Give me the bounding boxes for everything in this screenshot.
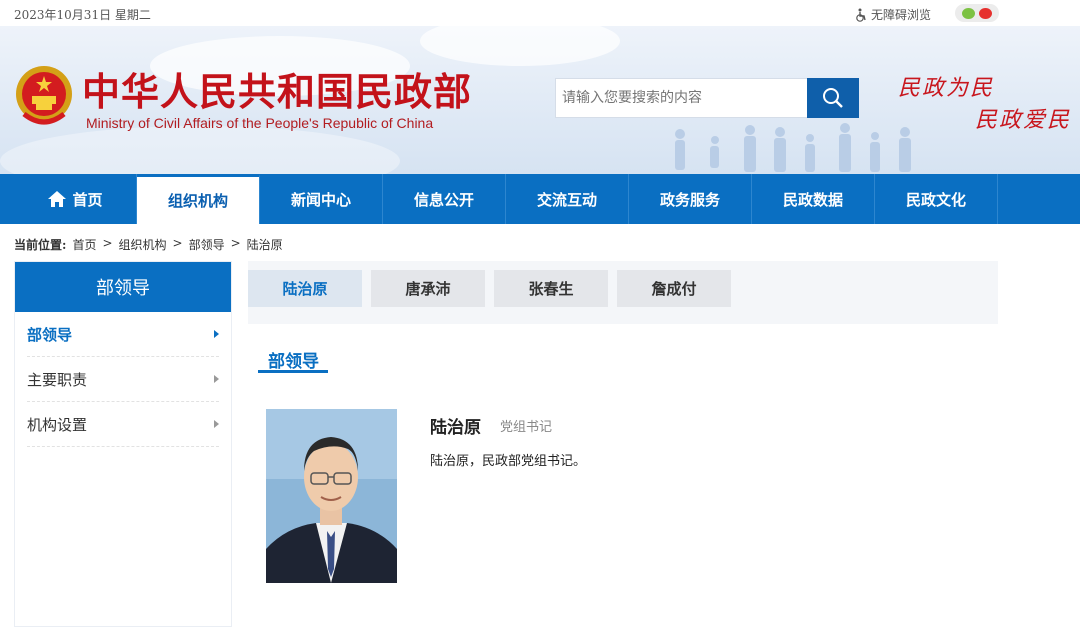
current-date: 2023年10月31日 星期二 [14, 8, 151, 22]
sidebar-item-structure[interactable]: 机构设置 [27, 402, 219, 447]
sidebar-item-duties[interactable]: 主要职责 [27, 357, 219, 402]
sidebar-item-label: 主要职责 [27, 370, 88, 389]
nav-item-culture[interactable]: 民政文化 [875, 174, 998, 224]
breadcrumb-link-leaders[interactable]: 部领导 [189, 236, 225, 253]
cloud-decoration [420, 26, 620, 66]
slogan-1: 民政为民 [898, 76, 995, 101]
social-links [955, 4, 999, 22]
section-underline [258, 370, 328, 373]
profile-panel: 部领导 陆治原 党组书记 陆治原，民政部党组书记。 [248, 324, 998, 627]
wheelchair-icon [856, 8, 866, 22]
breadcrumb-separator: > [102, 236, 113, 250]
weibo-icon[interactable] [979, 7, 992, 19]
people-silhouette-illustration [675, 123, 911, 172]
site-subtitle: Ministry of Civil Affairs of the People'… [86, 115, 434, 131]
nav-item-info[interactable]: 信息公开 [383, 174, 506, 224]
search-box [555, 78, 859, 118]
chevron-right-icon [214, 330, 219, 338]
nav-label: 交流互动 [536, 190, 597, 209]
breadcrumb-link-home[interactable]: 首页 [72, 236, 96, 253]
nav-label: 政务服务 [659, 190, 720, 209]
tab-leader-2[interactable]: 唐承沛 [371, 270, 485, 307]
breadcrumb-current: 陆治原 [246, 238, 283, 252]
nav-item-home[interactable]: 首页 [14, 174, 137, 224]
section-title: 部领导 [268, 352, 319, 372]
nav-label: 新闻中心 [290, 190, 351, 209]
leader-name: 陆治原 [430, 418, 481, 438]
tab-leader-4[interactable]: 詹成付 [617, 270, 731, 307]
sidebar-item-leaders[interactable]: 部领导 [27, 312, 219, 357]
nav-item-services[interactable]: 政务服务 [629, 174, 752, 224]
breadcrumb-label: 当前位置: [14, 238, 67, 252]
nav-label: 民政文化 [905, 190, 966, 209]
search-input[interactable] [556, 79, 808, 117]
main-nav: 首页 组织机构 新闻中心 信息公开 交流互动 政务服务 民政数据 民政文化 [0, 174, 1080, 224]
sidebar: 部领导 部领导 主要职责 机构设置 [14, 261, 232, 627]
accessibility-label: 无障碍浏览 [871, 8, 932, 22]
leader-description: 陆治原，民政部党组书记。 [430, 454, 587, 469]
nav-label: 首页 [72, 190, 103, 209]
breadcrumb: 当前位置: 首页 > 组织机构 > 部领导 > 陆治原 [14, 236, 283, 253]
slogan-2: 民政爱民 [975, 108, 1072, 133]
chevron-right-icon [214, 420, 219, 428]
nav-label: 信息公开 [413, 190, 474, 209]
nav-item-news[interactable]: 新闻中心 [260, 174, 383, 224]
sidebar-item-label: 部领导 [27, 325, 73, 344]
national-emblem-icon [16, 66, 72, 125]
breadcrumb-link-organization[interactable]: 组织机构 [119, 236, 167, 253]
search-icon [823, 88, 843, 108]
leader-portrait [266, 409, 397, 583]
leader-position: 党组书记 [500, 420, 553, 435]
nav-item-data[interactable]: 民政数据 [752, 174, 875, 224]
nav-label: 民政数据 [782, 190, 843, 209]
nav-item-interaction[interactable]: 交流互动 [506, 174, 629, 224]
sidebar-menu: 部领导 主要职责 机构设置 [15, 312, 231, 447]
leader-tabs: 陆治原 唐承沛 张春生 詹成付 [248, 270, 731, 307]
site-header: 中华人民共和国民政部 Ministry of Civil Affairs of … [0, 26, 1080, 174]
sidebar-title: 部领导 [15, 262, 231, 312]
top-bar: 2023年10月31日 星期二 无障碍浏览 [0, 0, 1080, 26]
tab-leader-1[interactable]: 陆治原 [248, 270, 362, 307]
tab-leader-3[interactable]: 张春生 [494, 270, 608, 307]
nav-item-organization[interactable]: 组织机构 [137, 174, 260, 224]
main-content: 陆治原 唐承沛 张春生 詹成付 部领导 陆治原 党组书记 陆治原，民政部党组书记… [248, 261, 998, 627]
accessibility-link[interactable]: 无障碍浏览 [854, 6, 931, 23]
portrait-illustration [266, 409, 397, 583]
search-button[interactable] [807, 78, 859, 118]
breadcrumb-separator: > [230, 236, 241, 250]
wechat-icon[interactable] [962, 7, 975, 19]
nav-label: 组织机构 [167, 192, 228, 210]
breadcrumb-separator: > [172, 236, 183, 250]
chevron-right-icon [214, 375, 219, 383]
home-icon [48, 191, 67, 207]
cloud-decoration [0, 126, 400, 174]
site-title: 中华人民共和国民政部 [82, 70, 473, 114]
sidebar-item-label: 机构设置 [27, 415, 88, 434]
